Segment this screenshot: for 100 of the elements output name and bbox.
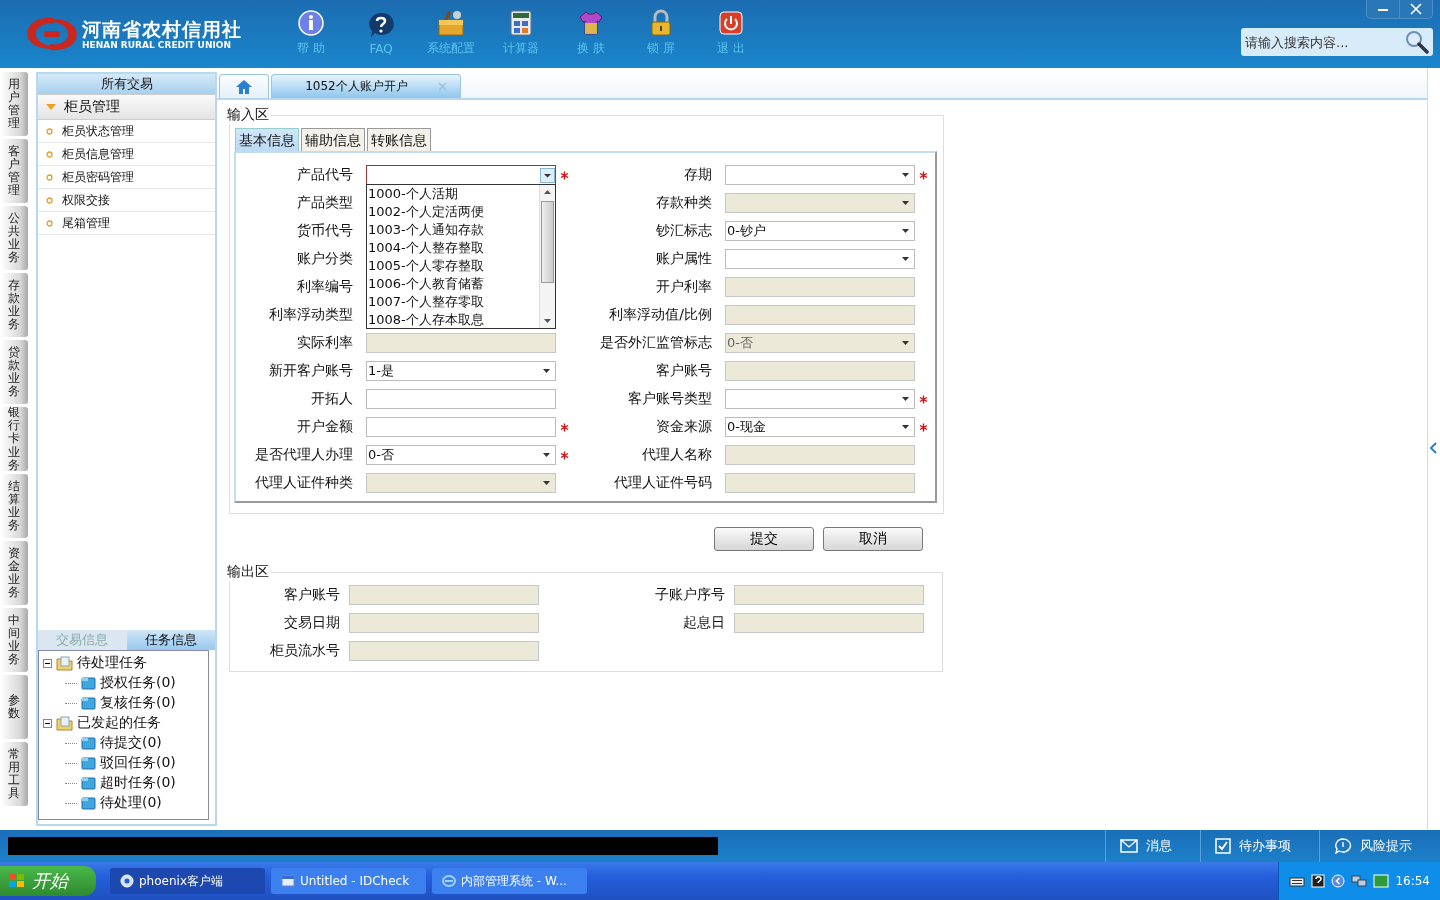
tree-item[interactable]: 待提交(0)	[100, 734, 162, 752]
tree-item[interactable]: 复核任务(0)	[100, 694, 176, 712]
group-header[interactable]: 柜员管理	[38, 94, 215, 120]
caret-icon	[902, 201, 909, 205]
collapse-icon[interactable]	[43, 718, 52, 728]
field-label: 客户账号	[655, 362, 712, 380]
taskbar-button[interactable]: phoenix客户端	[110, 868, 265, 894]
field-label: 利率浮动值/比例	[608, 306, 712, 324]
dropdown-option[interactable]: 1005-个人零存整取	[367, 257, 539, 275]
tree-item[interactable]: 待处理任务	[77, 654, 147, 672]
collapse-icon[interactable]	[43, 658, 52, 668]
tree-item[interactable]: 待处理(0)	[100, 794, 162, 812]
field-label: 存款种类	[655, 194, 712, 212]
dropdown-option[interactable]: 1000-个人活期	[367, 185, 539, 203]
dropdown-field[interactable]	[725, 165, 915, 185]
dropdown-option[interactable]: 1002-个人定活两便	[367, 203, 539, 221]
home-tab[interactable]	[219, 74, 269, 98]
dropdown-field[interactable]: 0-钞户	[725, 221, 915, 241]
caret-icon	[543, 481, 550, 485]
folder-icon	[81, 676, 96, 690]
field-label: 子账户序号	[654, 586, 725, 604]
field-label: 利率编号	[296, 278, 353, 296]
keyboard-icon[interactable]	[1289, 875, 1306, 887]
folder-icon	[56, 655, 73, 671]
caret-icon	[902, 229, 909, 233]
field-label: 存期	[683, 166, 712, 184]
page-tab[interactable]: 1052个人账户开户	[271, 74, 461, 98]
dropdown-field[interactable]: 0-现金	[725, 417, 915, 437]
speech-bubble-icon	[1334, 838, 1352, 854]
nav-item[interactable]: 柜员信息管理	[38, 143, 215, 166]
module-tab[interactable]: 参数	[2, 675, 28, 739]
dropdown-button[interactable]	[540, 167, 555, 183]
module-tab[interactable]: 客户管理	[2, 139, 28, 203]
nav-item[interactable]: 柜员密码管理	[38, 166, 215, 189]
calculator-icon	[507, 9, 535, 37]
network-icon[interactable]	[1351, 874, 1368, 888]
nav-item[interactable]: 柜员状态管理	[38, 120, 215, 143]
field-label: 利率浮动类型	[268, 306, 353, 324]
window-icon	[281, 874, 295, 888]
dropdown-field[interactable]: 0-否	[366, 445, 556, 465]
submit-button[interactable]: 提交	[714, 527, 814, 551]
field-label: 代理人名称	[641, 446, 712, 464]
field-label: 交易日期	[283, 614, 340, 632]
input-field[interactable]	[366, 417, 556, 437]
module-tab[interactable]: 用户管理	[2, 72, 28, 136]
taskbar-button[interactable]: Untitled - IDCheck	[271, 868, 426, 894]
info-icon	[297, 9, 325, 37]
tree-item[interactable]: 授权任务(0)	[100, 674, 176, 692]
form-tab[interactable]: 基本信息	[235, 128, 299, 151]
folder-icon	[81, 796, 96, 810]
field-label: 代理人证件号码	[613, 474, 712, 492]
module-tab[interactable]: 银行卡业务	[2, 407, 28, 471]
tree-item[interactable]: 驳回任务(0)	[100, 754, 176, 772]
dropdown-option[interactable]: 1003-个人通知存款	[367, 221, 539, 239]
nav-item[interactable]: 权限交接	[38, 189, 215, 212]
module-tab[interactable]: 常用工具	[2, 742, 28, 806]
folder-icon	[81, 736, 96, 750]
field-label: 货币代号	[296, 222, 353, 240]
search-field[interactable]: 请输入搜索内容...	[1241, 28, 1433, 56]
dropdown-option[interactable]: 1004-个人整存整取	[367, 239, 539, 257]
form-tab[interactable]: 辅助信息	[301, 128, 365, 151]
module-tab[interactable]: 结算业务	[2, 474, 28, 538]
section-title: 输出区	[226, 563, 270, 581]
panel-tab[interactable]: 任务信息	[126, 630, 215, 650]
dropdown-field[interactable]	[725, 389, 915, 409]
field-label: 资金来源	[655, 418, 712, 436]
tree-item[interactable]: 超时任务(0)	[100, 774, 176, 792]
caret-icon	[902, 257, 909, 261]
shirt-icon	[577, 9, 605, 37]
module-tab[interactable]: 公共业务	[2, 206, 28, 270]
tree-item[interactable]: 已发起的任务	[77, 714, 161, 732]
field-label: 是否外汇监管标志	[599, 334, 712, 352]
form-tab[interactable]: 转账信息	[367, 128, 431, 151]
module-tab[interactable]: 中间业务	[2, 608, 28, 672]
cancel-button[interactable]: 取消	[823, 527, 923, 551]
module-tab[interactable]: 贷款业务	[2, 340, 28, 404]
dropdown-field[interactable]	[366, 165, 556, 185]
caret-icon	[543, 453, 550, 457]
field-label: 客户账号类型	[627, 390, 712, 408]
dropdown-option[interactable]: 1007-个人整存零取	[367, 293, 539, 311]
bullet-icon	[46, 196, 53, 204]
nav-item[interactable]: 尾箱管理	[38, 212, 215, 235]
input-field[interactable]	[366, 389, 556, 409]
scrollbar[interactable]	[539, 185, 555, 328]
dropdown-field[interactable]	[725, 249, 915, 269]
help-icon[interactable]	[1311, 874, 1326, 888]
taskbar-button[interactable]: 内部管理系统 - W...	[432, 868, 587, 894]
field-label: 开拓人	[310, 390, 353, 408]
clock: 16:54	[1395, 874, 1430, 888]
dropdown-field[interactable]: 1-是	[366, 361, 556, 381]
section-title: 输入区	[226, 106, 270, 124]
dropdown-option[interactable]: 1006-个人教育储蓄	[367, 275, 539, 293]
group-label: 柜员管理	[64, 98, 120, 116]
module-tab[interactable]: 存款业务	[2, 273, 28, 337]
toolbox-icon	[436, 9, 466, 37]
chevron-icon[interactable]	[1331, 874, 1346, 888]
module-tab[interactable]: 资金业务	[2, 541, 28, 605]
folder-icon	[81, 696, 96, 710]
dropdown-option[interactable]: 1008-个人存本取息	[367, 311, 539, 329]
field-label: 开户金额	[296, 418, 353, 436]
